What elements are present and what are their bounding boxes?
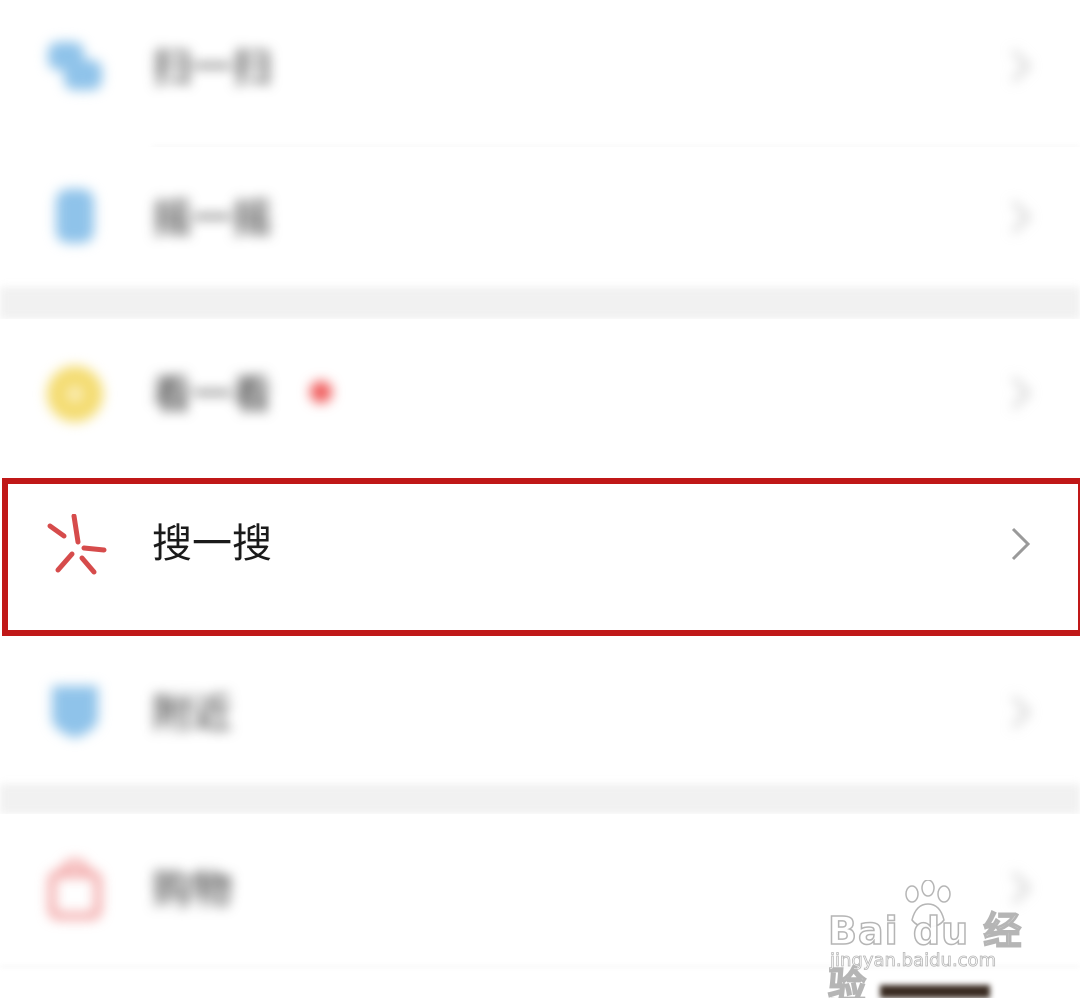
discover-page: 扫一扫 摇一摇 看一看 搜一搜 附近 购物 Bai du 经验 jingyan.… bbox=[0, 0, 1080, 998]
section-separator bbox=[0, 784, 1080, 814]
look-icon bbox=[47, 366, 103, 422]
menu-item-label: 购物 bbox=[152, 867, 232, 913]
menu-item-label: 搜一搜 bbox=[152, 521, 272, 567]
menu-item-shake[interactable]: 摇一摇 bbox=[0, 147, 1080, 287]
chevron-right-icon bbox=[1011, 376, 1031, 410]
chevron-right-icon bbox=[1011, 527, 1031, 561]
menu-item-label: 看一看 bbox=[152, 372, 272, 418]
shopping-icon bbox=[49, 859, 101, 919]
menu-item-nearby[interactable]: 附近 bbox=[0, 636, 1080, 784]
menu-item-label: 附近 bbox=[152, 691, 232, 737]
shake-icon bbox=[56, 189, 94, 243]
menu-item-search[interactable]: 搜一搜 bbox=[0, 484, 1080, 624]
search-sparkle-icon bbox=[47, 514, 107, 575]
menu-item-look[interactable]: 看一看 bbox=[0, 319, 1080, 469]
section-separator bbox=[0, 287, 1080, 319]
chevron-right-icon bbox=[1011, 49, 1031, 83]
scan-icon bbox=[48, 42, 102, 90]
menu-item-label: 扫一扫 bbox=[152, 45, 272, 91]
chevron-right-icon bbox=[1011, 200, 1031, 234]
watermark-url: jingyan.baidu.com bbox=[830, 950, 997, 972]
watermark-brand: Bai du 经验 bbox=[827, 908, 1023, 998]
watermark: Bai du 经验 jingyan.baidu.com bbox=[827, 880, 1028, 998]
menu-item-scan[interactable]: 扫一扫 bbox=[0, 0, 1080, 146]
nearby-icon bbox=[52, 686, 98, 738]
notification-badge bbox=[310, 381, 332, 403]
chevron-right-icon bbox=[1011, 695, 1031, 729]
menu-item-label: 摇一摇 bbox=[152, 196, 272, 242]
